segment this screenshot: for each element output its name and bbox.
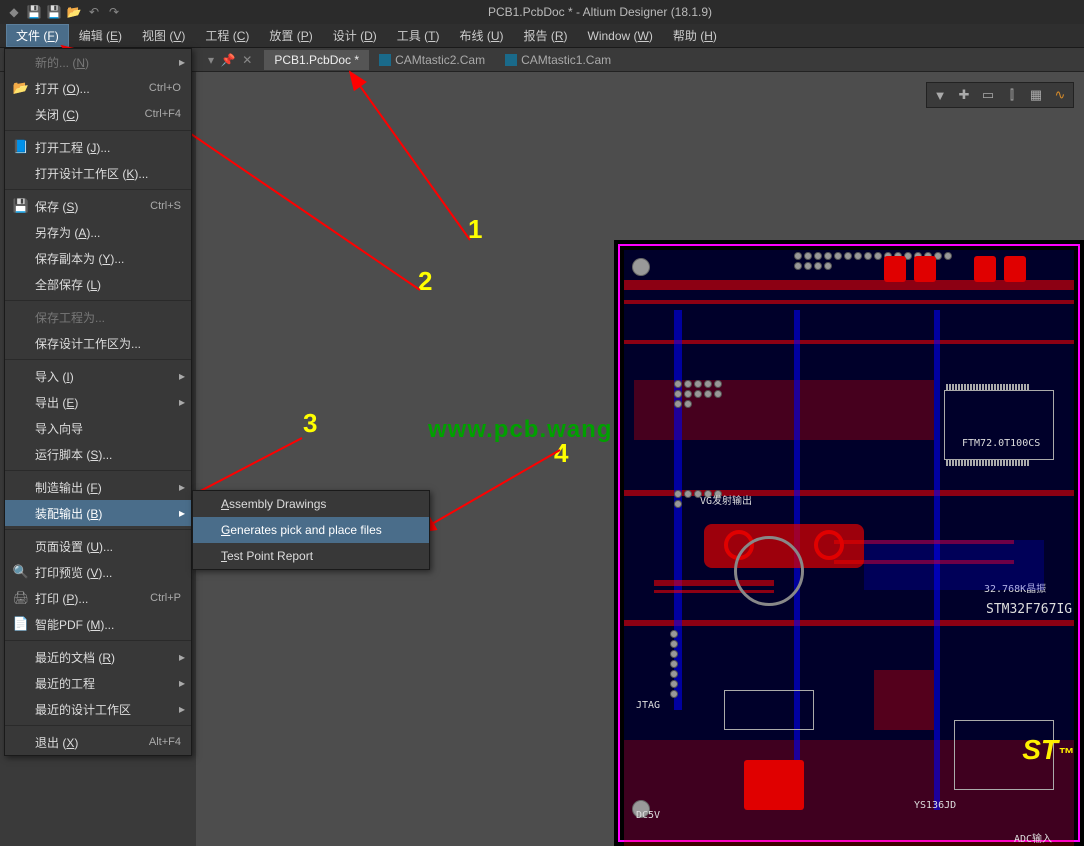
file-menu-item: 新的... (N)▸ — [5, 49, 191, 75]
cam-icon — [505, 54, 517, 66]
panel-pin-controls[interactable]: ▾ 📌 ✕ — [208, 53, 252, 67]
file-menu-dropdown: 新的... (N)▸📂打开 (O)...Ctrl+O关闭 (C)Ctrl+F4 📘… — [4, 48, 192, 756]
silk-label: VG发射输出 — [700, 492, 752, 507]
menu-item-icon: 🖨 — [11, 590, 31, 606]
file-menu-item[interactable]: 💾保存 (S)Ctrl+S — [5, 193, 191, 219]
file-menu-item[interactable]: 运行脚本 (S)... — [5, 441, 191, 467]
menu-window[interactable]: Window (W) — [578, 26, 663, 46]
file-menu-item[interactable]: 页面设置 (U)... — [5, 533, 191, 559]
redo-icon[interactable]: ↷ — [106, 4, 122, 20]
crosshair-icon[interactable]: ✚ — [953, 85, 975, 105]
app-icon: ◆ — [6, 4, 22, 20]
measure-icon[interactable]: ∿ — [1049, 85, 1071, 105]
menu-item-icon: 📘 — [11, 139, 31, 155]
titlebar-quick-icons: ◆ 💾 💾 📂 ↶ ↷ — [6, 4, 122, 20]
menu-tools[interactable]: 工具 (T) — [387, 24, 450, 47]
doc-tab[interactable]: PCB1.PcbDoc * — [264, 50, 369, 70]
file-menu-item[interactable]: 关闭 (C)Ctrl+F4 — [5, 101, 191, 127]
file-menu-item[interactable]: 📘打开工程 (J)... — [5, 134, 191, 160]
window-title: PCB1.PcbDoc * - Altium Designer (18.1.9) — [122, 5, 1078, 19]
file-menu-item[interactable]: 最近的工程▸ — [5, 670, 191, 696]
silk-label: FTM72.0T100CS — [962, 438, 1040, 449]
submenu-item[interactable]: Generates pick and place files — [193, 517, 429, 543]
file-menu-item[interactable]: 📄智能PDF (M)... — [5, 611, 191, 637]
doc-tab[interactable]: CAMtastic2.Cam — [369, 50, 495, 70]
menu-view[interactable]: 视图 (V) — [132, 24, 195, 47]
file-menu-item[interactable]: 打开设计工作区 (K)... — [5, 160, 191, 186]
title-bar: ◆ 💾 💾 📂 ↶ ↷ PCB1.PcbDoc * - Altium Desig… — [0, 0, 1084, 24]
silk-label: ADC输入 — [1014, 830, 1052, 845]
annotation-3: 3 — [303, 408, 317, 439]
file-menu-item[interactable]: 🖨打印 (P)...Ctrl+P — [5, 585, 191, 611]
pcb-board-view[interactable]: FTM72.0T100CS STM32F767IG VG发射输出 32.768K… — [614, 240, 1084, 846]
layers-icon[interactable]: ▦ — [1025, 85, 1047, 105]
align-icon[interactable]: ⫿ — [1001, 85, 1023, 105]
submenu-arrow-icon: ▸ — [179, 702, 185, 716]
st-logo: ST™ — [1022, 734, 1074, 766]
silk-label: STM32F767IG — [986, 602, 1072, 617]
menu-edit[interactable]: 编辑 (E) — [69, 24, 132, 47]
file-menu-item[interactable]: 制造输出 (F)▸ — [5, 474, 191, 500]
menu-item-icon: 📄 — [11, 616, 31, 632]
submenu-arrow-icon: ▸ — [179, 395, 185, 409]
open-icon[interactable]: 📂 — [66, 4, 82, 20]
file-menu-item[interactable]: 导入 (I)▸ — [5, 363, 191, 389]
silk-label: JTAG — [636, 700, 660, 711]
submenu-arrow-icon: ▸ — [179, 369, 185, 383]
submenu-arrow-icon: ▸ — [179, 480, 185, 494]
watermark: www.pcb.wang — [428, 416, 612, 444]
menu-item-icon: 📂 — [11, 80, 31, 96]
silk-label: YS136JD — [914, 800, 956, 811]
submenu-item[interactable]: Assembly Drawings — [193, 491, 429, 517]
filter-icon[interactable]: ▼ — [929, 85, 951, 105]
file-menu-item[interactable]: 导出 (E)▸ — [5, 389, 191, 415]
select-rect-icon[interactable]: ▭ — [977, 85, 999, 105]
file-menu-item[interactable]: 另存为 (A)... — [5, 219, 191, 245]
menu-place[interactable]: 放置 (P) — [259, 24, 322, 47]
file-menu-item: 保存工程为... — [5, 304, 191, 330]
silk-label: DC5V — [636, 810, 660, 821]
file-menu-item[interactable]: 保存副本为 (Y)... — [5, 245, 191, 271]
file-menu-item[interactable]: 最近的文档 (R)▸ — [5, 644, 191, 670]
save-all-icon[interactable]: 💾 — [46, 4, 62, 20]
file-menu-item[interactable]: 退出 (X)Alt+F4 — [5, 729, 191, 755]
menu-item-icon: 🔍 — [11, 564, 31, 580]
menu-help[interactable]: 帮助 (H) — [663, 24, 727, 47]
submenu-arrow-icon: ▸ — [179, 650, 185, 664]
menu-project[interactable]: 工程 (C) — [195, 24, 259, 47]
submenu-item[interactable]: Test Point Report — [193, 543, 429, 569]
file-menu-item[interactable]: 全部保存 (L) — [5, 271, 191, 297]
file-menu-item[interactable]: 装配输出 (B)▸ — [5, 500, 191, 526]
file-menu-item[interactable]: 最近的设计工作区▸ — [5, 696, 191, 722]
file-menu-item[interactable]: 导入向导 — [5, 415, 191, 441]
view-toolbar: ▼ ✚ ▭ ⫿ ▦ ∿ — [926, 82, 1074, 108]
submenu-arrow-icon: ▸ — [179, 506, 185, 520]
menu-design[interactable]: 设计 (D) — [323, 24, 387, 47]
annotation-1: 1 — [468, 214, 482, 245]
submenu-arrow-icon: ▸ — [179, 55, 185, 69]
undo-icon[interactable]: ↶ — [86, 4, 102, 20]
file-menu-item[interactable]: 🔍打印预览 (V)... — [5, 559, 191, 585]
menu-file[interactable]: 文件 (F) — [6, 24, 69, 47]
assembly-output-submenu: Assembly DrawingsGenerates pick and plac… — [192, 490, 430, 570]
menu-bar: 文件 (F)编辑 (E)视图 (V)工程 (C)放置 (P)设计 (D)工具 (… — [0, 24, 1084, 48]
cam-icon — [379, 54, 391, 66]
file-menu-item[interactable]: 📂打开 (O)...Ctrl+O — [5, 75, 191, 101]
annotation-2: 2 — [418, 266, 432, 297]
submenu-arrow-icon: ▸ — [179, 676, 185, 690]
file-menu-item[interactable]: 保存设计工作区为... — [5, 330, 191, 356]
save-icon[interactable]: 💾 — [26, 4, 42, 20]
menu-reports[interactable]: 报告 (R) — [514, 24, 578, 47]
menu-item-icon: 💾 — [11, 198, 31, 214]
menu-route[interactable]: 布线 (U) — [449, 24, 513, 47]
doc-tab[interactable]: CAMtastic1.Cam — [495, 50, 621, 70]
